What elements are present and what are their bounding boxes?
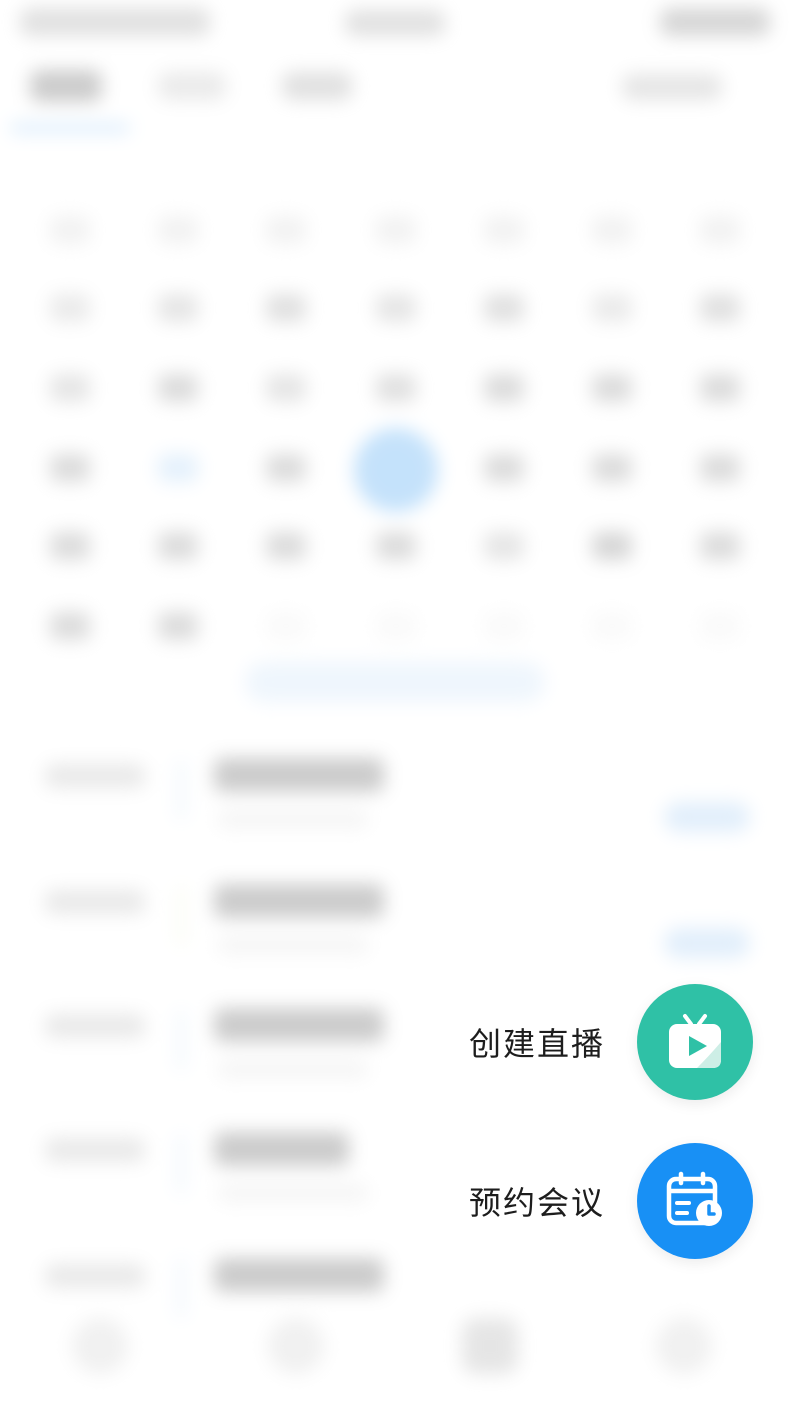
schedule-meeting-action[interactable]: 预约会议: [469, 1143, 753, 1259]
schedule-meeting-label[interactable]: 预约会议: [469, 1178, 605, 1224]
app-screen: 创建直播 预约会议: [0, 0, 791, 1401]
create-live-action[interactable]: 创建直播: [469, 984, 753, 1100]
tv-play-icon: [669, 1014, 721, 1068]
calendar-clock-icon: [666, 1171, 722, 1226]
schedule-meeting-button[interactable]: [637, 1143, 753, 1259]
create-live-label[interactable]: 创建直播: [469, 1019, 605, 1065]
create-live-button[interactable]: [637, 984, 753, 1100]
